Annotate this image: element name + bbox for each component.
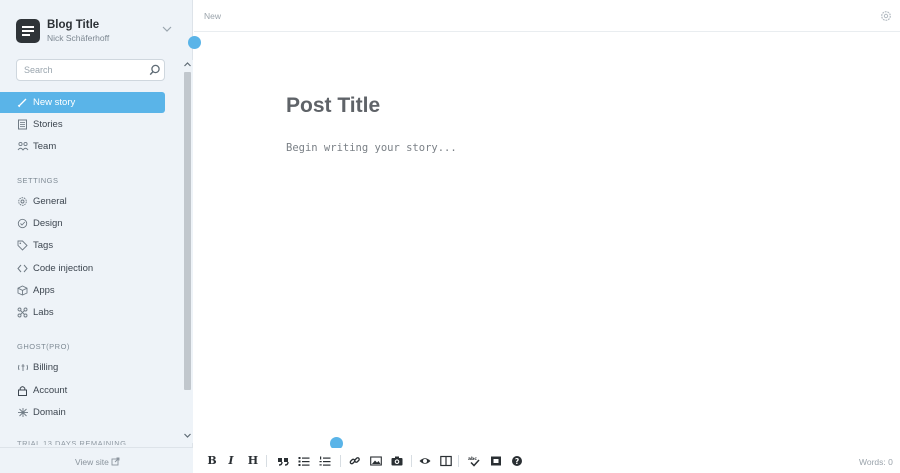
sidebar-item-label: General [33, 196, 67, 207]
toolbar-divider [411, 455, 412, 467]
quote-icon [278, 458, 289, 466]
sidebar-item-apps[interactable]: Apps [0, 280, 165, 301]
sidebar-item-general[interactable]: General [0, 191, 165, 212]
link-icon [349, 457, 360, 465]
sidebar-item-label: Account [33, 385, 68, 396]
sidebar-item-label: Billing [33, 362, 59, 373]
camera-button[interactable] [390, 455, 404, 467]
spellcheck-icon: abc [468, 456, 480, 467]
svg-text:abc: abc [468, 456, 477, 462]
blog-title: Blog Title [47, 19, 100, 31]
team-icon [17, 141, 29, 151]
bullet-list-button[interactable] [297, 455, 311, 467]
blog-user-name: Nick Schäferhoff [47, 33, 110, 43]
sidebar-item-label: Design [33, 218, 63, 229]
post-title[interactable]: Post Title [286, 94, 380, 118]
numbered-list-button[interactable] [318, 455, 332, 467]
camera-icon [391, 456, 403, 466]
sidebar-item-team[interactable]: Team [0, 136, 165, 157]
sidebar-item-label: Stories [33, 119, 63, 130]
domain-icon [18, 408, 28, 417]
sidebar-item-label: Team [33, 141, 57, 152]
post-status: New [204, 11, 222, 21]
post-settings-gear-icon[interactable] [880, 10, 892, 22]
toolbar-divider [340, 455, 341, 467]
scroll-up-arrow-icon[interactable] [183, 61, 192, 68]
labs-icon [17, 307, 28, 318]
svg-text:?: ? [515, 457, 519, 466]
post-body-editor[interactable]: Begin writing your story... [286, 142, 457, 154]
sidebar-scroll-thumb[interactable] [184, 72, 191, 390]
sidebar-item-new-story[interactable]: New story [0, 92, 165, 113]
tag-icon [17, 240, 28, 251]
markdown-help-button[interactable]: ? [510, 455, 524, 467]
sidebar: Blog Title Nick Schäferhoff New story St… [0, 0, 193, 473]
preview-button[interactable] [418, 455, 432, 467]
fullscreen-icon [491, 456, 501, 466]
side-by-side-button[interactable] [439, 455, 453, 467]
lock-icon [18, 386, 27, 396]
sidebar-item-stories[interactable]: Stories [0, 114, 165, 135]
pane-resize-handle-top[interactable] [188, 36, 201, 49]
external-link-icon[interactable] [111, 457, 120, 466]
image-button[interactable] [369, 455, 383, 467]
code-icon [17, 264, 28, 273]
sidebar-item-label: Domain [33, 407, 66, 418]
toolbar-divider [266, 455, 267, 467]
document-icon [18, 119, 27, 130]
section-label-settings: SETTINGS [17, 176, 59, 185]
sidebar-item-label: New story [33, 97, 76, 108]
section-label-ghost-pro: GHOST(PRO) [17, 342, 70, 351]
pencil-icon [17, 98, 27, 108]
numbered-list-icon [319, 456, 331, 466]
chevron-down-icon [162, 26, 172, 32]
columns-icon [440, 455, 452, 467]
cube-icon [17, 285, 28, 296]
sidebar-item-label: Apps [33, 285, 55, 296]
search-input[interactable] [17, 60, 145, 80]
search-icon[interactable] [149, 64, 161, 76]
sidebar-item-label: Tags [33, 240, 54, 251]
billing-icon [18, 364, 28, 371]
section-label-trial: TRIAL 13 DAYS REMAINING [17, 439, 127, 445]
help-icon: ? [512, 456, 522, 466]
word-count: Words: 0 [859, 457, 893, 467]
sidebar-item-account[interactable]: Account [0, 380, 165, 401]
fullscreen-button[interactable] [489, 455, 503, 467]
view-site-link[interactable]: View site [75, 457, 109, 467]
spellcheck-button[interactable]: abc [467, 455, 481, 467]
sidebar-footer: View site [0, 447, 193, 473]
italic-button[interactable]: I [224, 455, 238, 467]
heading-button[interactable]: H [246, 455, 260, 467]
eye-icon [419, 458, 431, 464]
bold-button[interactable]: B [205, 455, 219, 467]
sidebar-item-label: Labs [33, 307, 54, 318]
sidebar-item-tags[interactable]: Tags [0, 235, 165, 256]
sidebar-item-label: Code injection [33, 263, 94, 274]
image-icon [370, 456, 382, 466]
blog-switcher[interactable]: Blog Title Nick Schäferhoff [0, 0, 182, 60]
sidebar-item-design[interactable]: Design [0, 213, 165, 234]
toolbar-divider [458, 455, 459, 467]
sidebar-item-labs[interactable]: Labs [0, 302, 165, 323]
sidebar-item-code-injection[interactable]: Code injection [0, 258, 165, 279]
palette-icon [17, 218, 28, 229]
sidebar-item-domain[interactable]: Domain [0, 402, 165, 423]
quote-button[interactable] [276, 455, 290, 467]
scroll-down-arrow-icon[interactable] [183, 432, 192, 439]
gear-icon [18, 197, 27, 206]
blog-logo [16, 19, 40, 43]
editor-topbar: New [194, 0, 900, 32]
formatting-toolbar: B I H abc ? Words: 0 [194, 448, 900, 473]
search-box [16, 59, 165, 81]
bullet-list-icon [298, 457, 310, 466]
sidebar-item-billing[interactable]: Billing [0, 357, 165, 378]
link-button[interactable] [348, 455, 362, 467]
